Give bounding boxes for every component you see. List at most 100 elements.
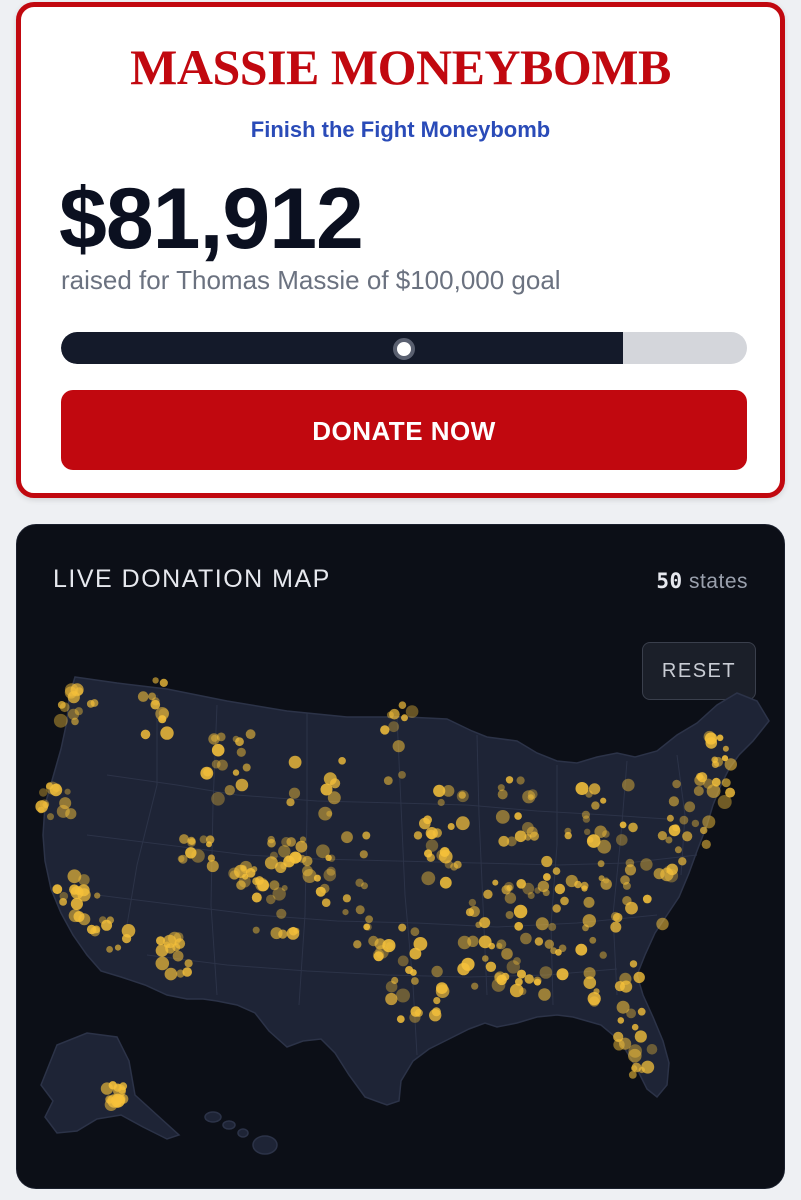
donation-dot [583, 896, 595, 908]
donation-dot [668, 824, 681, 837]
donation-dot [200, 766, 214, 780]
donation-dot [419, 817, 431, 830]
donation-dot [496, 939, 507, 950]
donation-dot [589, 936, 597, 944]
donation-dot [338, 757, 346, 765]
donation-dot [321, 898, 331, 907]
donation-dot [106, 946, 113, 953]
donation-dot [435, 984, 450, 998]
donation-dot [70, 897, 83, 910]
donation-dot [701, 839, 711, 849]
donation-dot [711, 756, 718, 764]
donation-dot [529, 831, 540, 841]
donation-dot [100, 1082, 114, 1095]
donation-dot [398, 701, 407, 709]
donation-dot [152, 677, 159, 684]
donation-dot [289, 851, 302, 864]
donation-dot [380, 725, 390, 735]
donation-dot [216, 759, 228, 771]
donation-dot [64, 683, 79, 697]
donation-dot [587, 836, 594, 843]
donation-dot [39, 788, 48, 797]
donation-dot [633, 971, 645, 984]
donation-dot [684, 801, 696, 813]
donation-dot [513, 904, 528, 919]
donation-dot [721, 778, 731, 788]
donation-dot [92, 925, 101, 934]
donation-dot [286, 798, 295, 807]
donation-dot [398, 923, 407, 932]
donate-button[interactable]: DONATE NOW [61, 390, 747, 470]
donation-dot [46, 781, 59, 795]
donation-dot [86, 700, 95, 708]
donation-map-card: LIVE DONATION MAP 50 states RESET [16, 524, 785, 1189]
donation-dot [187, 838, 196, 847]
donation-dot [94, 892, 101, 899]
donation-dot [506, 884, 513, 891]
donation-dot [619, 821, 627, 829]
donation-dot [622, 778, 635, 792]
donation-dot [216, 732, 226, 742]
donation-dot [447, 823, 455, 830]
donation-dot [315, 886, 326, 897]
donation-dot [281, 837, 292, 847]
donation-dot [78, 874, 90, 886]
donation-dot [362, 831, 371, 840]
donation-dot [257, 879, 270, 892]
donation-dot [506, 960, 520, 974]
donation-dot [554, 883, 566, 895]
donation-dot [539, 966, 553, 979]
donation-dot [602, 830, 610, 838]
donation-dot [560, 896, 569, 906]
donation-dot [520, 932, 532, 945]
donation-dot [524, 974, 534, 984]
donation-dot [437, 798, 445, 807]
donation-dot [191, 849, 205, 863]
donation-dot [505, 911, 514, 919]
donation-dot [475, 921, 482, 928]
donation-dot [628, 822, 638, 833]
donation-dot [678, 857, 687, 866]
donation-dot [580, 881, 589, 890]
donation-dot [269, 880, 280, 891]
donation-dot [224, 785, 235, 796]
donation-dot [450, 862, 458, 871]
donation-dot [600, 878, 612, 890]
donation-dot [533, 976, 542, 985]
donation-dot [716, 734, 724, 742]
donation-dot [514, 830, 527, 843]
donation-dot [634, 1030, 647, 1043]
progress-marker [393, 338, 415, 360]
donation-dot [137, 691, 149, 702]
donation-dot [429, 1009, 442, 1022]
donation-dot [674, 846, 682, 854]
donation-dot [461, 957, 475, 971]
donation-dot [620, 875, 630, 885]
donation-dot [411, 977, 419, 985]
donation-dot [364, 923, 372, 931]
donation-dot [495, 810, 510, 824]
donation-dot [383, 776, 393, 785]
donation-dot [207, 854, 215, 862]
raised-description: raised for Thomas Massie of $100,000 goa… [61, 265, 561, 295]
hawaii-shape [204, 1111, 278, 1155]
donation-dot [722, 745, 729, 752]
donation-dot [657, 831, 668, 841]
donation-dot [59, 797, 72, 810]
donation-dot [439, 847, 450, 857]
donation-dot [373, 951, 384, 962]
states-count-number: 50 [656, 569, 683, 593]
us-map[interactable] [17, 665, 785, 1185]
donation-dot [497, 789, 508, 800]
donation-dot [70, 886, 84, 899]
donation-dot [59, 898, 67, 906]
us-mainland-shape [42, 676, 770, 1106]
donation-dot [211, 734, 219, 742]
donation-dot [302, 865, 313, 877]
donation-dot [646, 1044, 658, 1055]
donation-dot [582, 924, 589, 932]
donation-dot [299, 836, 307, 843]
donation-dot [355, 878, 364, 887]
donation-dot [702, 815, 716, 829]
donation-dot [433, 784, 446, 797]
